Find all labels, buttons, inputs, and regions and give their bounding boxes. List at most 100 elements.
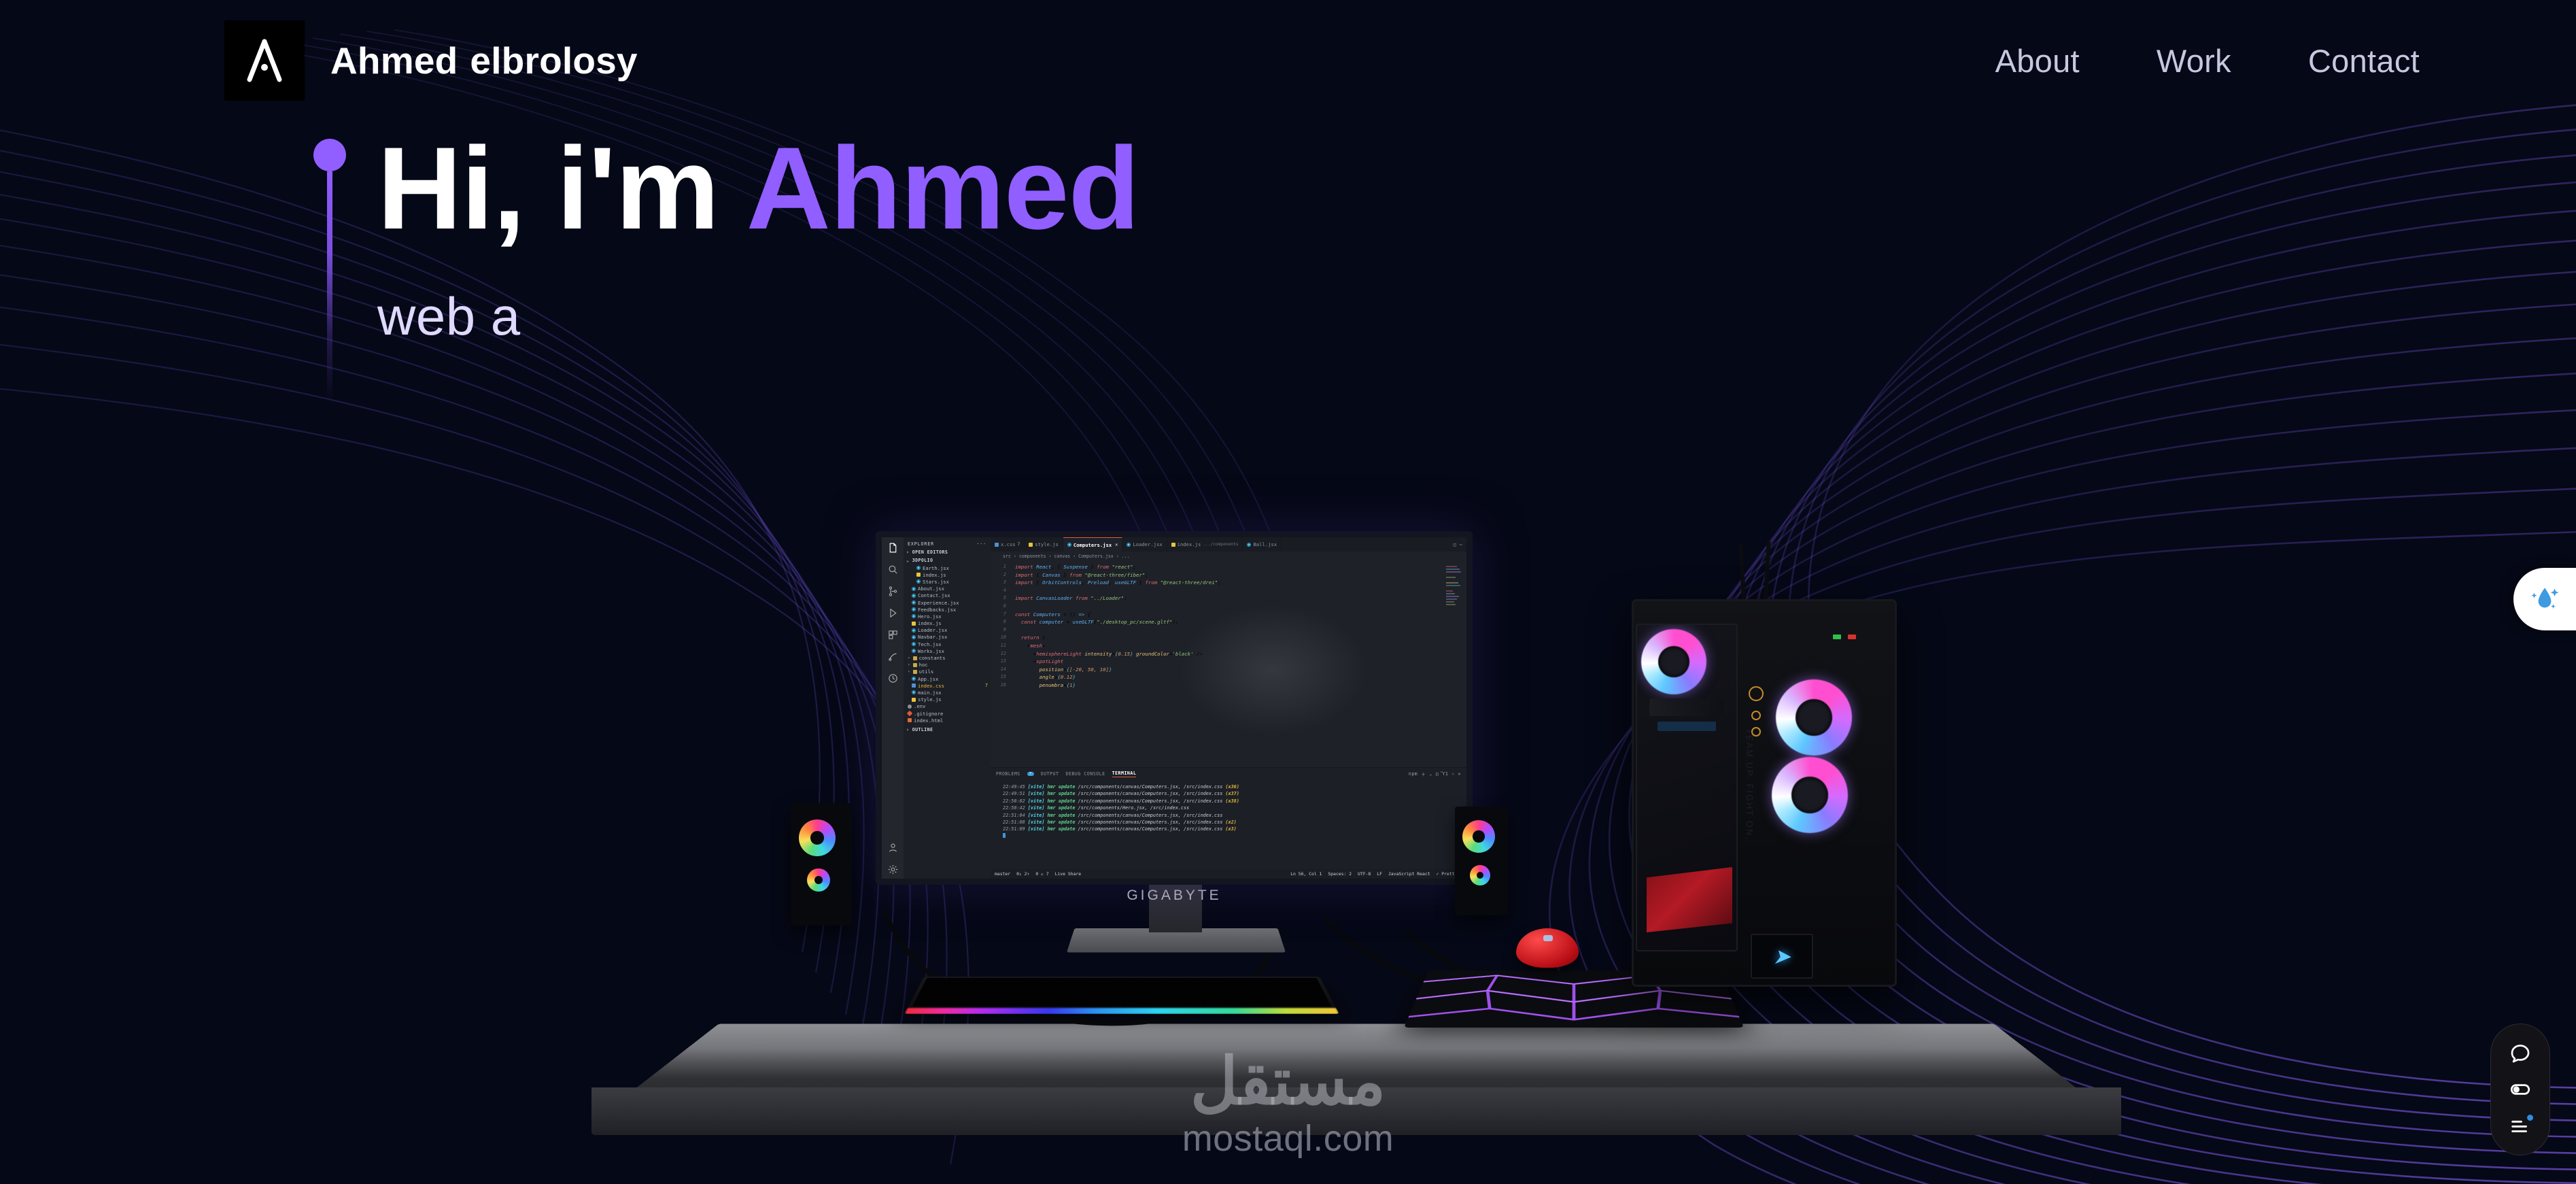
explorer-files-icon[interactable] bbox=[887, 542, 899, 554]
file-item[interactable]: Tech.jsx bbox=[904, 641, 991, 647]
account-icon[interactable] bbox=[887, 842, 899, 853]
trash-icon[interactable]: Ὕ1 bbox=[1442, 771, 1448, 777]
status-branch[interactable]: master bbox=[995, 871, 1010, 877]
droplet-side-tab[interactable] bbox=[2513, 568, 2576, 630]
purple-dot-icon bbox=[313, 139, 346, 171]
chevron-right-icon: › bbox=[908, 656, 910, 661]
nav-link-contact[interactable]: Contact bbox=[2308, 42, 2420, 80]
extensions-icon[interactable] bbox=[887, 629, 899, 641]
panel-tab[interactable]: DEBUG CONSOLE bbox=[1065, 771, 1105, 777]
close-icon[interactable]: ✕ bbox=[1458, 771, 1461, 777]
editor-tab[interactable]: index.js .../components bbox=[1167, 537, 1243, 552]
file-item[interactable]: Navbar.jsx bbox=[904, 634, 991, 641]
file-tree: Earth.jsx index.js Stars.jsx About.jsx Conta… bbox=[904, 564, 991, 724]
file-item[interactable]: index.js bbox=[904, 571, 991, 578]
panel-tab[interactable]: OUTPUT bbox=[1041, 771, 1059, 777]
source-control-icon[interactable] bbox=[887, 586, 899, 597]
status-language[interactable]: JavaScript React bbox=[1388, 871, 1430, 877]
file-item[interactable]: index.js bbox=[904, 620, 991, 627]
file-item[interactable]: .env bbox=[904, 703, 991, 710]
file-item[interactable]: › constants bbox=[904, 654, 991, 661]
file-name: index.js bbox=[923, 571, 946, 578]
rgb-fan-front-bottom-icon: ➤ bbox=[1772, 757, 1848, 833]
status-cursor[interactable]: Ln 56, Col 1 bbox=[1290, 871, 1322, 877]
tower-side-text: TEAM UP. FIGHT ON. bbox=[1745, 728, 1755, 841]
status-sync[interactable]: 0↓ 2↑ bbox=[1016, 871, 1029, 877]
minimap[interactable] bbox=[1445, 564, 1464, 645]
nav-link-work[interactable]: Work bbox=[2157, 42, 2231, 80]
pc-tower: ➤ TEAM UP. FIGHT ON. ➤ ➤ ➤ bbox=[1632, 540, 1897, 987]
file-item[interactable]: Contact.jsx bbox=[904, 592, 991, 599]
open-editors-section[interactable]: › OPEN EDITORS bbox=[904, 548, 991, 556]
menu-button[interactable] bbox=[2505, 1111, 2535, 1140]
editor-tab[interactable]: x.css 7 bbox=[991, 537, 1025, 552]
file-item[interactable]: index.css 7 bbox=[904, 682, 991, 689]
status-liveshare[interactable]: Live Share bbox=[1055, 871, 1081, 877]
terminal-output[interactable]: 22:49:45 [vite] hmr update /src/componen… bbox=[991, 779, 1466, 869]
file-item[interactable]: Feedbacks.jsx bbox=[904, 606, 991, 613]
file-item[interactable]: Works.jsx bbox=[904, 647, 991, 654]
run-debug-icon[interactable] bbox=[887, 607, 899, 619]
editor-tab[interactable]: style.js bbox=[1025, 537, 1063, 552]
search-icon[interactable] bbox=[887, 564, 899, 575]
file-name: Works.jsx bbox=[918, 647, 944, 654]
aorus-logo-icon: ➤ bbox=[1807, 709, 1821, 726]
nav-link-about[interactable]: About bbox=[1995, 42, 2080, 80]
led-red-icon bbox=[1848, 635, 1856, 639]
file-item[interactable]: .gitignore bbox=[904, 710, 991, 717]
chat-button[interactable] bbox=[2505, 1038, 2535, 1068]
outline-section[interactable]: › OUTLINE bbox=[904, 726, 991, 734]
terminal-shell-label[interactable]: npm bbox=[1409, 771, 1418, 777]
js-file-icon bbox=[916, 573, 921, 577]
file-item[interactable]: style.js bbox=[904, 696, 991, 703]
chevron-up-icon[interactable]: ˄ bbox=[1452, 771, 1454, 777]
panel-tab[interactable]: PROBLEMS bbox=[996, 771, 1020, 777]
logo-box[interactable] bbox=[224, 20, 305, 101]
split-editor-icon[interactable]: ◫ bbox=[1454, 542, 1456, 547]
panel-tab[interactable]: TERMINAL bbox=[1112, 771, 1137, 777]
remote-explorer-icon[interactable] bbox=[887, 651, 899, 662]
editor-tab-strip: x.css 7 style.js Computers.jsx ✕ Loader.jsx in… bbox=[991, 537, 1466, 552]
file-item[interactable]: › utils bbox=[904, 669, 991, 675]
file-item[interactable]: App.jsx bbox=[904, 675, 991, 682]
file-item[interactable]: Experience.jsx bbox=[904, 599, 991, 606]
split-terminal-icon[interactable]: ◫ bbox=[1436, 771, 1439, 777]
project-section[interactable]: ⌄ 3DPOLIO bbox=[904, 556, 991, 564]
power-button-icon[interactable] bbox=[1749, 686, 1764, 701]
file-item[interactable]: › hoc bbox=[904, 662, 991, 669]
close-icon[interactable]: ✕ bbox=[1115, 542, 1118, 547]
activity-bar bbox=[882, 537, 904, 879]
code-content[interactable]: import React, { Suspense } from "react";… bbox=[1010, 561, 1466, 767]
tab-badge: 7 bbox=[1017, 542, 1020, 547]
file-name: constants bbox=[918, 655, 946, 662]
file-item[interactable]: main.jsx bbox=[904, 689, 991, 696]
tab-label: Computers.jsx bbox=[1073, 541, 1112, 548]
file-item[interactable]: Stars.jsx bbox=[904, 578, 991, 585]
breadcrumb[interactable]: src › components › canvas › Computers.js… bbox=[991, 552, 1466, 561]
explorer-more-icon[interactable]: ··· bbox=[976, 541, 986, 547]
timeline-history-icon[interactable] bbox=[887, 673, 899, 684]
editor-tab[interactable]: Computers.jsx ✕ bbox=[1063, 537, 1123, 552]
settings-gear-icon[interactable] bbox=[887, 864, 899, 875]
brand[interactable]: Ahmed elbrolosy bbox=[224, 20, 638, 101]
audio-jack-icon[interactable] bbox=[1751, 727, 1761, 737]
file-item[interactable]: About.jsx bbox=[904, 586, 991, 592]
status-eol[interactable]: LF bbox=[1377, 871, 1382, 877]
jsx-file-icon bbox=[912, 614, 916, 619]
fold-file-icon bbox=[912, 669, 917, 674]
editor-tab[interactable]: Ball.jsx bbox=[1243, 537, 1282, 552]
status-spaces[interactable]: Spaces: 2 bbox=[1328, 871, 1352, 877]
file-item[interactable]: Hero.jsx bbox=[904, 613, 991, 620]
chevron-down-icon[interactable]: ⌄ bbox=[1429, 771, 1432, 777]
editor-tab[interactable]: Loader.jsx bbox=[1122, 537, 1167, 552]
file-item[interactable]: Earth.jsx bbox=[904, 564, 991, 571]
new-terminal-icon[interactable]: ＋ bbox=[1421, 771, 1426, 777]
status-problems[interactable]: 0 ⚠ 7 bbox=[1035, 871, 1048, 877]
tower-side-window: ➤ bbox=[1636, 624, 1738, 951]
more-actions-icon[interactable]: ⋯ bbox=[1460, 542, 1462, 547]
file-item[interactable]: Loader.jsx bbox=[904, 627, 991, 634]
toggle-button[interactable] bbox=[2505, 1075, 2535, 1104]
file-item[interactable]: index.html bbox=[904, 717, 991, 724]
usb-port-icon[interactable] bbox=[1751, 711, 1761, 720]
status-encoding[interactable]: UTF-8 bbox=[1358, 871, 1371, 877]
